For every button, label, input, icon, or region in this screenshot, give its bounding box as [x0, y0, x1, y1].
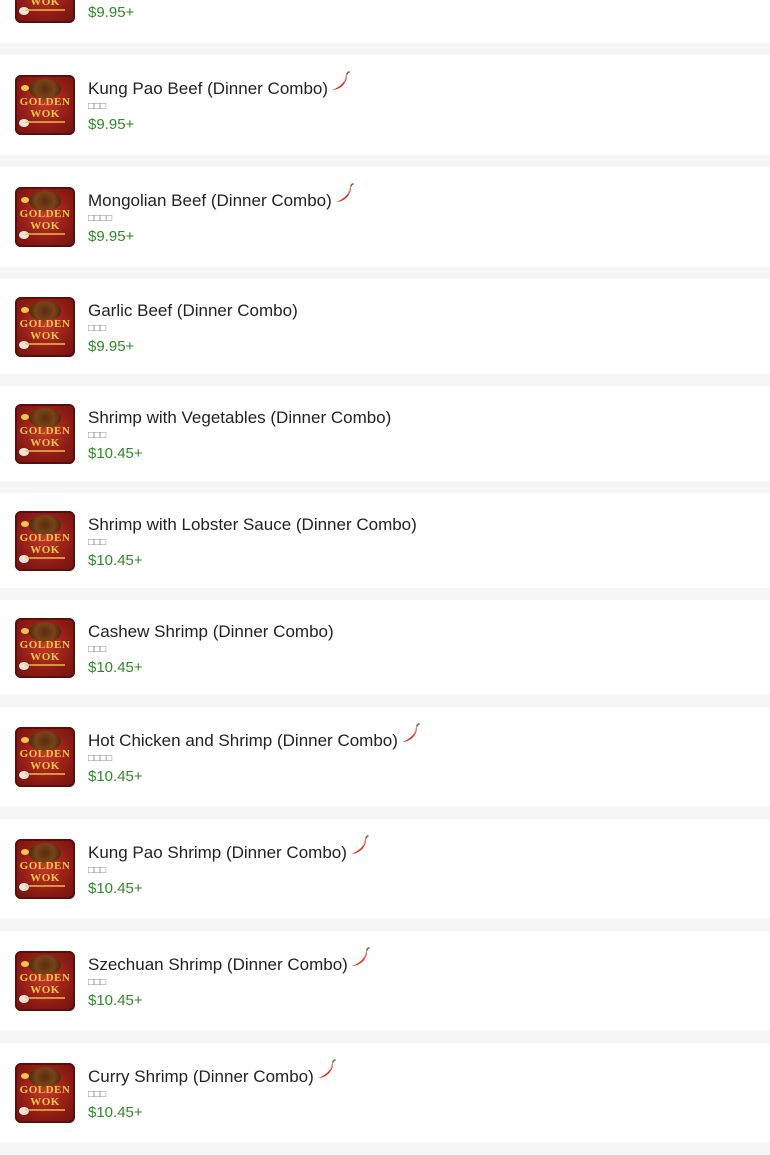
logo-text-wok: WOK — [30, 436, 60, 449]
logo-text-golden: GOLDEN — [19, 424, 71, 437]
logo-text-golden: GOLDEN — [19, 317, 71, 330]
dish-thumbnail: GOLDEN WOK — [15, 187, 75, 247]
chili-pepper-icon — [401, 723, 420, 742]
logo-text-golden: GOLDEN — [19, 1084, 71, 1096]
menu-item-info: Curry Shrimp (Dinner Combo) □□□ $10.45+ — [88, 1059, 337, 1121]
menu-item-price: $9.95+ — [88, 337, 135, 355]
menu-item-chinese-name: □□□□ — [88, 753, 113, 764]
menu-item-info: Szechuan Shrimp (Dinner Combo) □□□ $10.4… — [88, 947, 371, 1009]
chili-pepper-icon — [350, 835, 369, 854]
menu-item-price: $9.95+ — [88, 228, 135, 245]
dish-thumbnail: GOLDEN WOK — [15, 1063, 75, 1123]
menu-item-price: $10.45+ — [88, 1104, 143, 1121]
menu-item-price: $10.45+ — [88, 880, 143, 897]
logo-text-golden: GOLDEN — [19, 972, 71, 984]
menu-item-title: Curry Shrimp (Dinner Combo) — [88, 1067, 314, 1086]
menu-item-title: Shrimp with Vegetables (Dinner Combo) — [88, 407, 392, 427]
menu-item-title: Hot Chicken and Shrimp (Dinner Combo) — [88, 731, 398, 750]
logo-text-golden: GOLDEN — [19, 96, 71, 108]
logo-text-golden: GOLDEN — [19, 208, 71, 220]
dish-thumbnail: GOLDEN WOK — [15, 510, 75, 571]
menu-item-title: Cashew Shrimp (Dinner Combo) — [88, 621, 334, 641]
menu-item[interactable]: GOLDEN WOK Hot Chicken and Shrimp (Dinne… — [0, 707, 770, 807]
logo-text-wok: WOK — [30, 1096, 60, 1108]
menu-item-info: Shrimp with Lobster Sauce (Dinner Combo)… — [88, 513, 417, 569]
menu-item[interactable]: GOLDEN WOK Garlic Beef (Dinner Combo) □□… — [0, 279, 770, 374]
menu-item-title: Kung Pao Beef (Dinner Combo) — [88, 79, 329, 98]
menu-item[interactable]: GOLDEN WOK Kung Pao Shrimp (Dinner Combo… — [0, 819, 770, 919]
logo-text-wok: WOK — [30, 760, 60, 772]
logo-text-wok: WOK — [30, 220, 60, 232]
chili-pepper-icon — [335, 183, 354, 202]
menu-item-title: Shrimp with Lobster Sauce (Dinner Combo) — [88, 514, 417, 534]
menu-item-info: Hot Chicken and Shrimp (Dinner Combo) □□… — [88, 723, 421, 785]
menu-item-price: $10.45+ — [88, 768, 143, 785]
menu-item[interactable]: GOLDEN WOK Curry Shrimp (Dinner Combo) □… — [0, 1043, 770, 1143]
menu-item-chinese-name: □□□ — [88, 977, 107, 988]
menu-item-chinese-name: □□□ — [88, 536, 107, 548]
logo-text-golden: GOLDEN — [19, 638, 71, 651]
menu-item-chinese-name: □□□ — [88, 429, 107, 441]
menu-item[interactable]: GOLDEN WOK Shrimp with Lobster Sauce (Di… — [0, 493, 770, 588]
menu-item[interactable]: GOLDEN WOK Mongolian Beef (Dinner Combo)… — [0, 167, 770, 267]
dish-thumbnail: GOLDEN WOK — [15, 75, 75, 135]
chili-pepper-icon — [351, 947, 370, 966]
menu-item-chinese-name: □□□ — [88, 101, 107, 112]
logo-text-wok: WOK — [30, 108, 60, 120]
menu-item-chinese-name: □□□ — [88, 322, 107, 334]
dish-thumbnail: GOLDEN WOK — [15, 839, 75, 899]
dish-thumbnail: GOLDEN WOK — [15, 727, 75, 787]
menu-item-chinese-name: □□□□ — [88, 213, 113, 224]
menu-item-chinese-name: □□□ — [88, 643, 107, 655]
menu-item-info: Garlic Beef (Dinner Combo) □□□ $9.95+ — [88, 299, 298, 355]
menu-item[interactable]: GOLDEN WOK Shrimp with Vegetables (Dinne… — [0, 386, 770, 481]
chili-pepper-icon — [332, 71, 350, 90]
menu-item-info: Shrimp with Vegetables (Dinner Combo) □□… — [88, 406, 391, 462]
logo-text-golden: GOLDEN — [19, 860, 71, 872]
logo-text-wok: WOK — [30, 543, 60, 556]
menu-item-chinese-name: □□□ — [88, 1089, 107, 1100]
chili-pepper-icon — [317, 1059, 336, 1078]
dish-thumbnail: GOLDEN WOK — [15, 951, 75, 1011]
menu-item-chinese-name: □□□ — [88, 0, 317, 2]
menu-item-chinese-name: □□□ — [88, 865, 107, 876]
menu-item-price: $10.45+ — [88, 551, 143, 569]
logo-text-golden: GOLDEN — [19, 748, 71, 760]
menu-item-price: $10.45+ — [88, 992, 143, 1009]
menu-item-price: $10.45+ — [88, 444, 143, 462]
dish-thumbnail: GOLDEN WOK — [15, 403, 75, 464]
logo-text-wok: WOK — [30, 984, 60, 996]
menu-item-price: $9.95+ — [88, 116, 135, 133]
dish-thumbnail: GOLDEN WOK — [15, 0, 75, 23]
dish-thumbnail: GOLDEN WOK — [15, 296, 75, 357]
menu-item[interactable]: GOLDEN WOK Kung Pao Beef (Dinner Combo) … — [0, 55, 770, 155]
menu-item-info: Kung Pao Beef (Dinner Combo) □□□ $9.95+ — [88, 71, 351, 133]
logo-text-wok: WOK — [30, 329, 60, 342]
menu-item-title: Szechuan Shrimp (Dinner Combo) — [88, 955, 348, 974]
menu-item[interactable]: GOLDEN WOK Szechuan Shrimp (Dinner Combo… — [0, 931, 770, 1031]
dish-thumbnail: GOLDEN WOK — [15, 617, 75, 678]
menu-item-title: Mongolian Beef (Dinner Combo) — [88, 191, 332, 210]
menu-item-title: Garlic Beef (Dinner Combo) — [88, 300, 298, 320]
menu-item[interactable]: GOLDEN WOK Pepper Steak (Dinner Combo) □… — [0, 0, 770, 43]
menu-item-info: Pepper Steak (Dinner Combo) □□□ $9.95+ — [88, 0, 317, 21]
menu-item-list: GOLDEN WOK Pepper Steak (Dinner Combo) □… — [0, 0, 770, 1155]
menu-item-price: $9.95+ — [88, 4, 135, 21]
logo-text-wok: WOK — [30, 872, 60, 884]
menu-item-info: Cashew Shrimp (Dinner Combo) □□□ $10.45+ — [88, 620, 334, 676]
logo-text-wok: WOK — [30, 0, 60, 8]
menu-item[interactable]: GOLDEN WOK Cashew Shrimp (Dinner Combo) … — [0, 600, 770, 695]
menu-item-title: Kung Pao Shrimp (Dinner Combo) — [88, 843, 347, 862]
menu-item-info: Mongolian Beef (Dinner Combo) □□□□ $9.95… — [88, 183, 355, 245]
logo-text-wok: WOK — [30, 650, 60, 663]
menu-item-info: Kung Pao Shrimp (Dinner Combo) □□□ $10.4… — [88, 835, 370, 897]
logo-text-golden: GOLDEN — [19, 531, 71, 544]
menu-item-price: $10.45+ — [88, 658, 143, 676]
